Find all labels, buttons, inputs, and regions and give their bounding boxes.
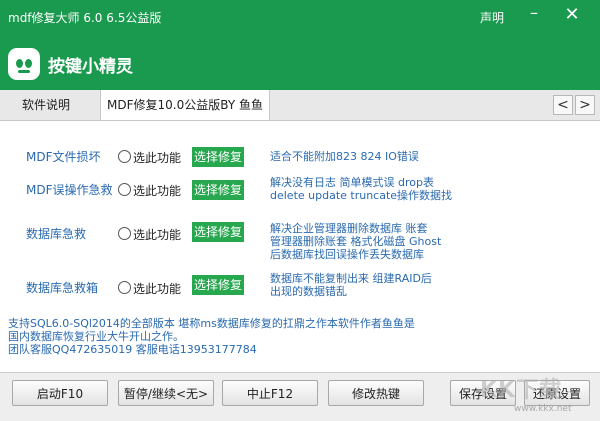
function-label-mdf-damaged: MDF文件损坏: [26, 150, 101, 164]
title-bar: mdf修复大师 6.0 6.5公益版 声明 – ✕: [0, 0, 600, 34]
watermark-url: www.kkx.net: [514, 404, 572, 414]
pause-resume-button[interactable]: 暂停/继续<无>: [118, 380, 214, 406]
brand-name: 按键小精灵: [48, 57, 133, 77]
stop-button[interactable]: 中止F12: [222, 380, 318, 406]
function-radio-label[interactable]: 选此功能: [133, 182, 181, 199]
function-label-mdf-misoperation: MDF误操作急救: [26, 183, 113, 197]
app-header: 按键小精灵: [0, 34, 600, 90]
function-radio-label[interactable]: 选此功能: [133, 280, 181, 297]
change-hotkey-button[interactable]: 修改热键: [328, 380, 424, 406]
function-desc-2: 解决没有日志 简单模式误 drop表 delete update truncat…: [270, 176, 453, 202]
select-repair-button-3[interactable]: 选择修复: [192, 222, 244, 242]
select-repair-button-4[interactable]: 选择修复: [192, 275, 244, 295]
declaration-menu[interactable]: 声明: [480, 9, 504, 26]
tab-software-info[interactable]: 软件说明: [22, 90, 70, 120]
robot-logo-icon: [8, 48, 40, 80]
tab-next-button[interactable]: >: [575, 95, 595, 115]
function-radio-database-rescue-kit[interactable]: [118, 281, 131, 294]
function-radio-database-rescue[interactable]: [118, 227, 131, 240]
select-repair-button-2[interactable]: 选择修复: [192, 180, 244, 200]
watermark-logo: KK下载: [480, 378, 563, 403]
function-radio-mdf-damaged[interactable]: [118, 150, 131, 163]
function-desc-4: 数据库不能复制出来 组建RAID后 出现的数据错乱: [270, 272, 432, 298]
function-radio-label[interactable]: 选此功能: [133, 149, 181, 166]
select-repair-button-1[interactable]: 选择修复: [192, 147, 244, 167]
function-label-database-rescue: 数据库急救: [26, 227, 87, 241]
function-label-database-rescue-kit: 数据库急救箱: [26, 281, 99, 295]
function-desc-1: 适合不能附加823 824 IO错误: [270, 150, 419, 163]
tab-mdf-repair[interactable]: MDF修复10.0公益版BY 鱼鱼: [100, 90, 270, 120]
close-icon[interactable]: ✕: [560, 5, 584, 27]
window-title: mdf修复大师 6.0 6.5公益版: [8, 11, 162, 25]
tab-prev-button[interactable]: <: [553, 95, 573, 115]
minimize-icon[interactable]: –: [522, 5, 546, 27]
function-radio-mdf-misoperation[interactable]: [118, 183, 131, 196]
info-line: 团队客服QQ472635019 客服电话13953177784: [8, 343, 257, 356]
tab-bar: 软件说明 MDF修复10.0公益版BY 鱼鱼 < >: [0, 90, 600, 121]
function-desc-3: 解决企业管理器删除数据库 账套 管理器删除账套 格式化磁盘 Ghost 后数据库…: [270, 222, 442, 261]
function-radio-label[interactable]: 选此功能: [133, 226, 181, 243]
start-button[interactable]: 启动F10: [12, 380, 108, 406]
